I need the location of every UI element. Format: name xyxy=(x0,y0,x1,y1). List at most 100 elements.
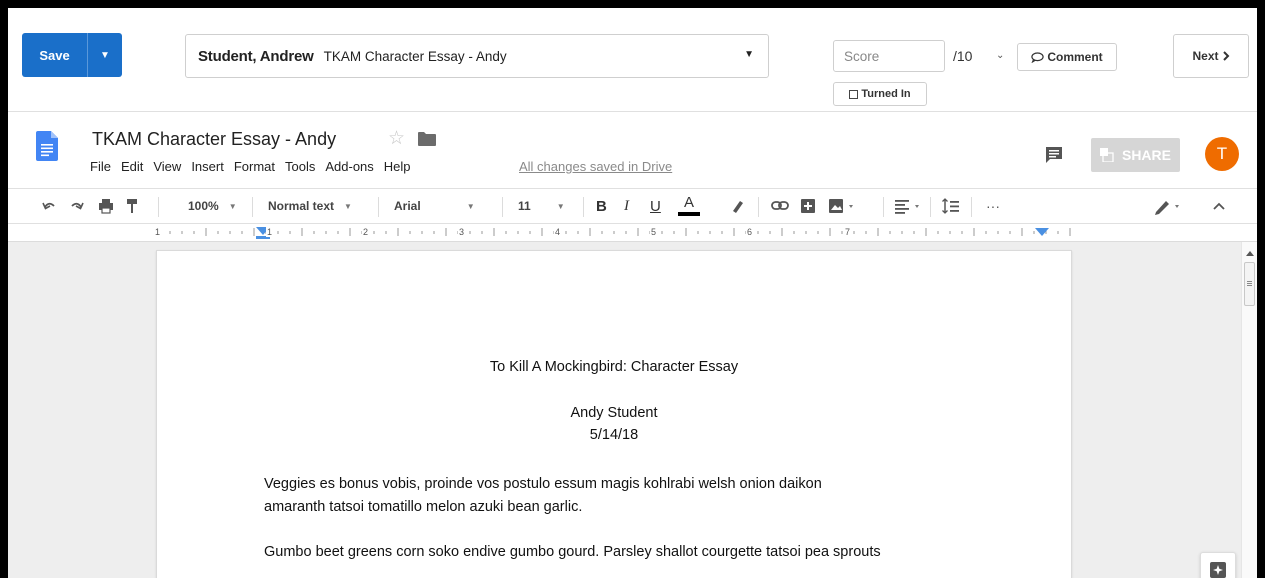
author-line: Andy Student xyxy=(570,405,658,421)
ruler-number: 3 xyxy=(458,227,466,237)
toolbar-divider xyxy=(758,197,759,217)
document-page[interactable]: To Kill A Mockingbird: Character Essay A… xyxy=(156,250,1072,578)
text-color-button[interactable]: A xyxy=(678,189,700,223)
toolbar-divider xyxy=(502,197,503,217)
people-icon xyxy=(1099,148,1114,162)
menu-tools[interactable]: Tools xyxy=(285,159,315,174)
turned-in-label: Turned In xyxy=(861,88,911,100)
assignment-name: TKAM Character Essay - Andy xyxy=(323,48,507,64)
paragraph-1-line-1: Veggies es bonus vobis, proinde vos post… xyxy=(264,476,822,492)
dropdown-caret-icon: ▼ xyxy=(744,49,754,60)
collapse-chevron-up-icon[interactable] xyxy=(1212,189,1226,223)
zoom-value: 100% xyxy=(188,199,219,213)
ruler-number: 5 xyxy=(650,227,658,237)
explore-button[interactable] xyxy=(1200,552,1236,578)
italic-button[interactable]: I xyxy=(624,189,629,223)
ruler-number: 1 xyxy=(154,227,162,237)
share-button[interactable]: SHARE xyxy=(1091,138,1180,172)
text-color-swatch xyxy=(678,212,700,216)
print-icon[interactable] xyxy=(98,189,114,223)
chevron-right-icon xyxy=(1222,51,1229,61)
menu-format[interactable]: Format xyxy=(234,159,275,174)
menu-view[interactable]: View xyxy=(153,159,181,174)
essay-heading: To Kill A Mockingbird: Character Essay xyxy=(489,359,739,375)
format-toolbar: 100% ▼ Normal text ▼ Arial ▼ 11 ▼ B I U A xyxy=(8,188,1257,224)
grading-bar: Save ▼ Student, Andrew TKAM Character Es… xyxy=(8,8,1257,112)
ruler: 1 1 2 3 4 5 6 7 xyxy=(8,224,1257,242)
align-left-icon[interactable] xyxy=(894,189,924,223)
score-caret-icon[interactable]: ⌄ xyxy=(996,50,1004,61)
ruler-number: 1 xyxy=(266,227,274,237)
paragraph-style-select[interactable]: Normal text ▼ xyxy=(268,189,352,223)
toolbar-divider xyxy=(378,197,379,217)
turned-in-toggle[interactable]: Turned In xyxy=(833,82,927,106)
text-color-letter: A xyxy=(683,194,694,211)
font-select[interactable]: Arial ▼ xyxy=(394,189,475,223)
right-indent-marker[interactable] xyxy=(1035,228,1049,236)
link-icon[interactable] xyxy=(771,189,789,223)
student-name: Student, Andrew xyxy=(198,47,314,65)
undo-icon[interactable] xyxy=(42,189,56,223)
scroll-up-arrow-icon[interactable] xyxy=(1243,248,1257,260)
zoom-select[interactable]: 100% ▼ xyxy=(188,189,237,223)
menu-edit[interactable]: Edit xyxy=(121,159,143,174)
save-status-link[interactable]: All changes saved in Drive xyxy=(519,159,672,174)
paragraph-1-line-2: amaranth tatsoi tomatillo melon azuki be… xyxy=(264,499,583,515)
google-docs-logo-icon[interactable] xyxy=(36,131,58,161)
toolbar-divider xyxy=(583,197,584,217)
score-input[interactable] xyxy=(833,40,945,72)
next-button[interactable]: Next xyxy=(1173,34,1249,78)
document-canvas: To Kill A Mockingbird: Character Essay A… xyxy=(8,242,1257,578)
add-comment-icon[interactable] xyxy=(800,189,816,223)
redo-icon[interactable] xyxy=(70,189,84,223)
avatar[interactable]: T xyxy=(1205,137,1239,171)
paragraph-2-line-1: Gumbo beet greens corn soko endive gumbo… xyxy=(264,544,881,560)
star-icon[interactable]: ☆ xyxy=(388,127,405,150)
comments-icon[interactable] xyxy=(1045,146,1063,164)
line-spacing-icon[interactable] xyxy=(942,189,960,223)
menu-file[interactable]: File xyxy=(90,159,111,174)
highlight-pen-icon[interactable] xyxy=(731,189,745,223)
menu-help[interactable]: Help xyxy=(384,159,411,174)
comment-label: Comment xyxy=(1047,50,1103,64)
toolbar-divider xyxy=(158,197,159,217)
toolbar-divider xyxy=(930,197,931,217)
comment-button[interactable]: Comment xyxy=(1017,43,1117,71)
style-value: Normal text xyxy=(268,199,335,213)
scrollbar-thumb[interactable] xyxy=(1244,262,1255,306)
speech-bubble-icon xyxy=(1031,51,1045,63)
toolbar-divider xyxy=(971,197,972,217)
toolbar-divider xyxy=(883,197,884,217)
ruler-scale xyxy=(157,227,1071,239)
save-split-button: Save ▼ xyxy=(22,33,122,77)
menu-addons[interactable]: Add-ons xyxy=(325,159,373,174)
insert-image-icon[interactable] xyxy=(828,189,856,223)
next-label: Next xyxy=(1192,49,1219,63)
font-size-value: 11 xyxy=(518,199,531,213)
student-assignment-select[interactable]: Student, Andrew TKAM Character Essay - A… xyxy=(185,34,769,78)
editing-mode-pencil-icon[interactable] xyxy=(1153,189,1183,223)
underline-button[interactable]: U xyxy=(650,189,661,223)
menu-insert[interactable]: Insert xyxy=(191,159,224,174)
grip-icon xyxy=(1247,281,1252,286)
vertical-scrollbar[interactable] xyxy=(1241,242,1257,578)
save-button[interactable]: Save xyxy=(22,33,88,77)
more-options-button[interactable]: ··· xyxy=(986,189,1000,223)
docs-header: TKAM Character Essay - Andy ☆ File Edit … xyxy=(8,112,1257,188)
share-label: SHARE xyxy=(1121,147,1171,163)
ruler-number: 6 xyxy=(746,227,754,237)
date-line: 5/14/18 xyxy=(589,427,639,443)
ruler-number: 7 xyxy=(844,227,852,237)
toolbar-divider xyxy=(252,197,253,217)
window-frame: Save ▼ Student, Andrew TKAM Character Es… xyxy=(8,8,1257,578)
bold-button[interactable]: B xyxy=(596,189,607,223)
font-size-select[interactable]: 11 ▼ xyxy=(518,189,565,223)
score-total: /10 xyxy=(953,48,973,64)
ruler-number: 2 xyxy=(362,227,370,237)
paint-format-icon[interactable] xyxy=(126,189,138,223)
menu-bar: File Edit View Insert Format Tools Add-o… xyxy=(90,159,411,174)
folder-icon[interactable] xyxy=(418,132,436,146)
save-options-caret-icon[interactable]: ▼ xyxy=(88,33,122,77)
ruler-number: 4 xyxy=(554,227,562,237)
document-title[interactable]: TKAM Character Essay - Andy xyxy=(92,129,336,150)
